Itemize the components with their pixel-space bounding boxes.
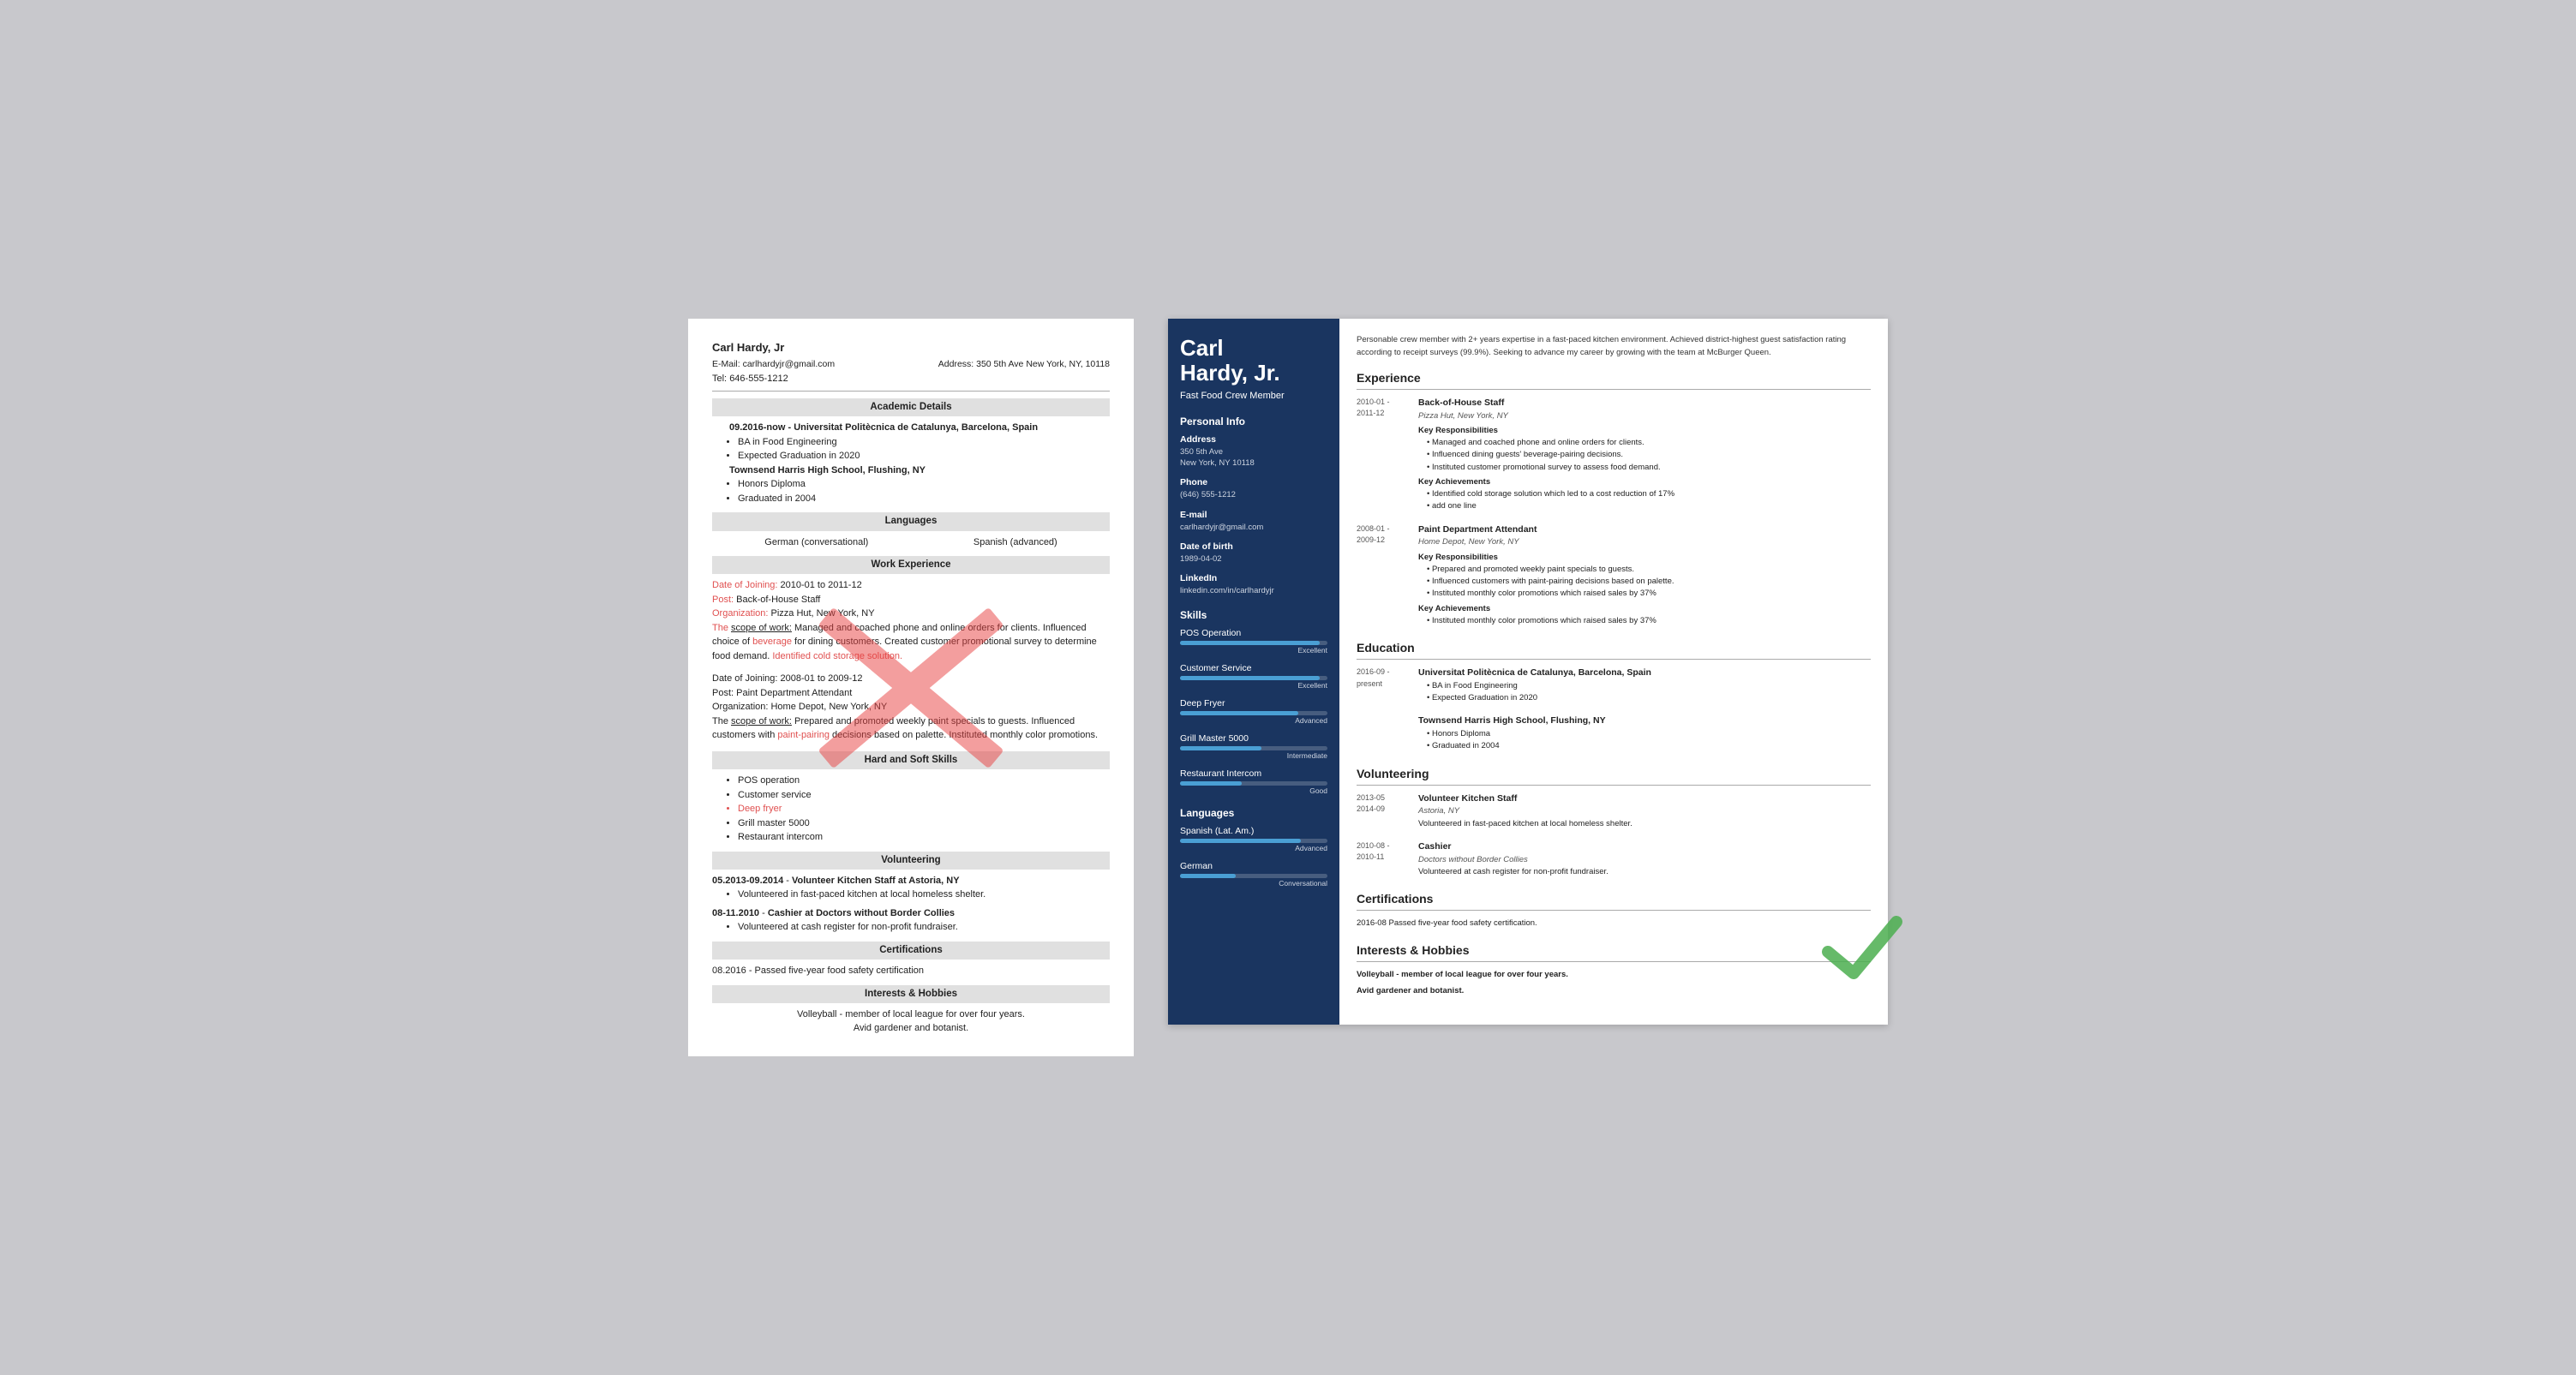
sidebar-last-name: Hardy, Jr. <box>1180 361 1327 386</box>
languages-row: German (conversational) Spanish (advance… <box>712 535 1110 550</box>
cert-right-entry: 2016-08 Passed five-year food safety cer… <box>1357 918 1871 930</box>
exp-entry-2: 2008-01 -2009-12 Paint Department Attend… <box>1357 523 1871 628</box>
interests-right-title: Interests & Hobbies <box>1357 942 1871 962</box>
exp-entry-1: 2010-01 -2011-12 Back-of-House Staff Piz… <box>1357 397 1871 513</box>
sidebar-job-title: Fast Food Crew Member <box>1180 390 1327 403</box>
skill-pos-operation: POS Operation Excellent <box>1180 628 1327 655</box>
sidebar-linkedin: LinkedIn linkedin.com/in/carlhardyjr <box>1180 573 1327 596</box>
experience-title: Experience <box>1357 369 1871 390</box>
education-section: Education 2016-09 -present Universitat P… <box>1357 639 1871 753</box>
interests-section: Interests & Hobbies Volleyball - member … <box>1357 942 1871 997</box>
main-content: Personable crew member with 2+ years exp… <box>1339 319 1888 1025</box>
skills-list: POS operation Customer service Deep frye… <box>738 774 1110 845</box>
interests-section-title: Interests & Hobbies <box>712 985 1110 1003</box>
languages-section-title: Languages <box>712 512 1110 530</box>
sidebar: Carl Hardy, Jr. Fast Food Crew Member Pe… <box>1168 319 1339 1025</box>
cert-title: Certifications <box>1357 890 1871 911</box>
left-resume: Carl Hardy, Jr E-Mail: carlhardyjr@gmail… <box>688 319 1134 1056</box>
skills-title: Skills <box>1180 609 1327 621</box>
certs-section-title: Certifications <box>712 942 1110 960</box>
certifications-section: Certifications 2016-08 Passed five-year … <box>1357 890 1871 930</box>
academic-entry-1: 09.2016-now - Universitat Politècnica de… <box>712 421 1110 463</box>
left-tel: Tel: 646-555-1212 <box>712 372 1110 386</box>
work-entry-1: Date of Joining: 2010-01 to 2011-12 Post… <box>712 578 1110 663</box>
languages-title: Languages <box>1180 807 1327 819</box>
volunteering-section: Volunteering 2013-052014-09 Volunteer Ki… <box>1357 765 1871 879</box>
vol-right-entry-1: 2013-052014-09 Volunteer Kitchen Staff A… <box>1357 792 1871 830</box>
work-scope-1: The scope of work: Managed and coached p… <box>712 621 1110 664</box>
right-resume: Carl Hardy, Jr. Fast Food Crew Member Pe… <box>1168 319 1888 1025</box>
sidebar-dob: Date of birth 1989-04-02 <box>1180 541 1327 565</box>
education-title: Education <box>1357 639 1871 660</box>
academic-entry-2: Townsend Harris High School, Flushing, N… <box>712 463 1110 506</box>
academic-section-title: Academic Details <box>712 398 1110 416</box>
cert-entry: 08.2016 - Passed five-year food safety c… <box>712 964 1110 978</box>
main-container: Carl Hardy, Jr E-Mail: carlhardyjr@gmail… <box>688 319 1888 1056</box>
work-section-title: Work Experience <box>712 556 1110 574</box>
skills-section-title: Hard and Soft Skills <box>712 751 1110 769</box>
left-address: Address: 350 5th Ave New York, NY, 10118 <box>938 358 1110 372</box>
sidebar-address: Address 350 5th AveNew York, NY 10118 <box>1180 434 1327 469</box>
work-scope-2: The scope of work: Prepared and promoted… <box>712 714 1110 743</box>
skill-grill-master: Grill Master 5000 Intermediate <box>1180 733 1327 760</box>
personal-info-title: Personal Info <box>1180 415 1327 427</box>
sidebar-phone: Phone (646) 555-1212 <box>1180 477 1327 500</box>
skill-customer-service: Customer Service Excellent <box>1180 663 1327 690</box>
sidebar-name-block: Carl Hardy, Jr. Fast Food Crew Member <box>1180 336 1327 404</box>
edu-entry-2: Townsend Harris High School, Flushing, N… <box>1357 714 1871 752</box>
left-email: E-Mail: carlhardyjr@gmail.com <box>712 358 835 372</box>
volunteering-title: Volunteering <box>1357 765 1871 786</box>
work-entry-2: Date of Joining: 2008-01 to 2009-12 Post… <box>712 672 1110 743</box>
sidebar-first-name: Carl <box>1180 336 1327 361</box>
lang-spanish: Spanish (Lat. Am.) Advanced <box>1180 826 1327 852</box>
skill-restaurant-intercom: Restaurant Intercom Good <box>1180 768 1327 795</box>
left-contact: E-Mail: carlhardyjr@gmail.com Address: 3… <box>712 358 1110 372</box>
experience-section: Experience 2010-01 -2011-12 Back-of-Hous… <box>1357 369 1871 627</box>
interests-text: Volleyball - member of local league for … <box>712 1007 1110 1036</box>
vol-right-entry-2: 2010-08 -2010-11 Cashier Doctors without… <box>1357 840 1871 878</box>
vol-entry-2: 08-11.2010 - Cashier at Doctors without … <box>712 906 1110 935</box>
summary: Personable crew member with 2+ years exp… <box>1357 334 1871 359</box>
sidebar-email: E-mail carlhardyjr@gmail.com <box>1180 510 1327 533</box>
left-name: Carl Hardy, Jr <box>712 339 1110 356</box>
skill-deep-fryer: Deep Fryer Advanced <box>1180 698 1327 725</box>
lang-german: German Conversational <box>1180 861 1327 888</box>
vol-entry-1: 05.2013-09.2014 - Volunteer Kitchen Staf… <box>712 874 1110 902</box>
edu-entry-1: 2016-09 -present Universitat Politècnica… <box>1357 667 1871 704</box>
volunteering-section-title: Volunteering <box>712 852 1110 870</box>
